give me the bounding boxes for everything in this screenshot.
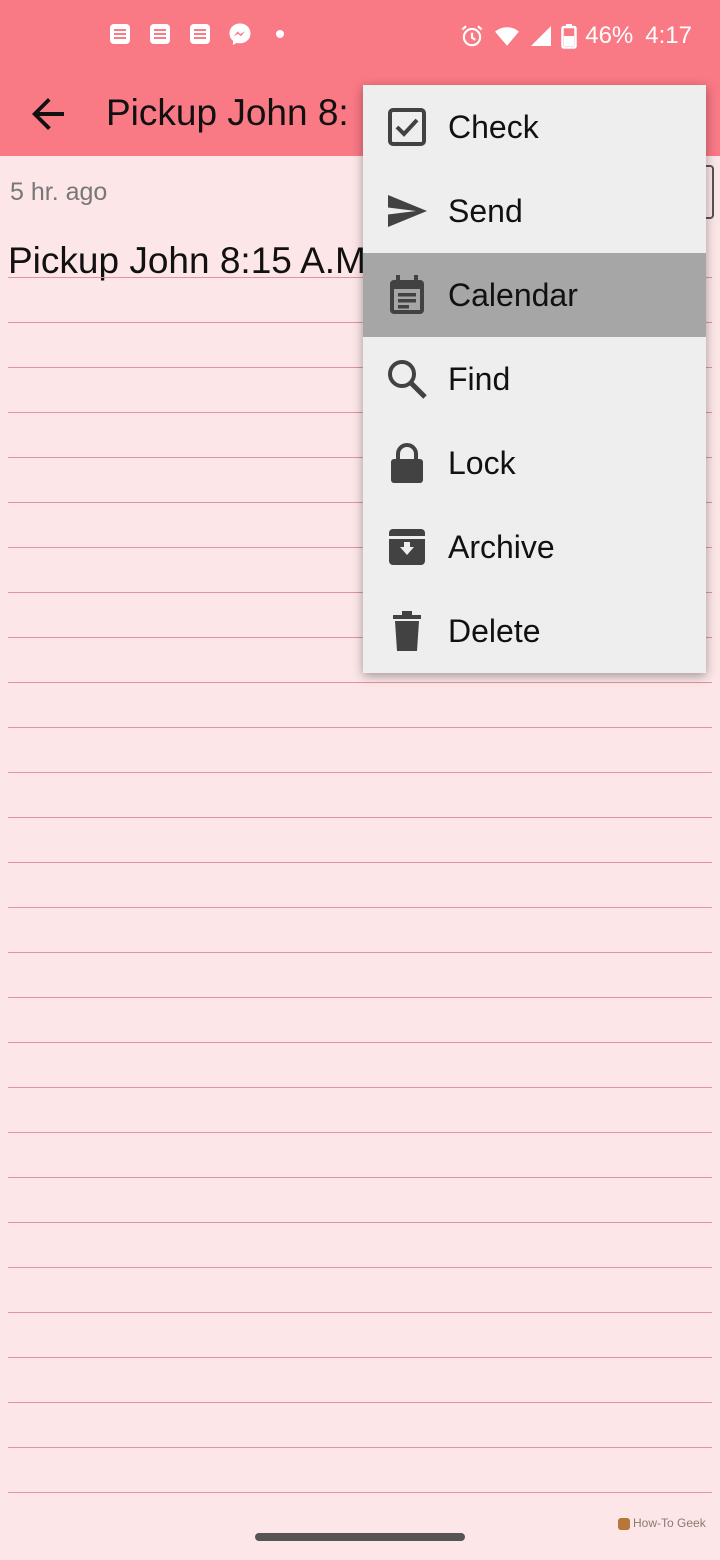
menu-item-delete[interactable]: Delete [363, 589, 706, 673]
rule-line [8, 1042, 712, 1043]
rule-line [8, 907, 712, 908]
menu-item-label: Send [448, 193, 523, 229]
rule-line [8, 1357, 712, 1358]
notification-icons [108, 22, 292, 46]
note-timestamp: 5 hr. ago [10, 178, 108, 206]
menu-item-label: Calendar [448, 277, 578, 313]
menu-item-archive[interactable]: Archive [363, 505, 706, 589]
clock: 4:17 [645, 22, 692, 49]
trash-icon [385, 609, 429, 653]
menu-item-lock[interactable]: Lock [363, 421, 706, 505]
cell-signal-icon [529, 24, 553, 48]
battery-icon [561, 23, 577, 49]
menu-item-send[interactable]: Send [363, 169, 706, 253]
battery-percent: 46% [585, 22, 634, 49]
note-icon [108, 22, 132, 46]
note-icon [148, 22, 172, 46]
messenger-icon [228, 22, 252, 46]
rule-line [8, 727, 712, 728]
rule-line [8, 1492, 712, 1493]
archive-icon [385, 525, 429, 569]
menu-item-check[interactable]: Check [363, 85, 706, 169]
rule-line [8, 1222, 712, 1223]
menu-item-find[interactable]: Find [363, 337, 706, 421]
rule-line [8, 682, 712, 683]
rule-line [8, 1177, 712, 1178]
rule-line [8, 1087, 712, 1088]
system-status: 46% 4:17 [459, 20, 692, 52]
note-text[interactable]: Pickup John 8:15 A.M [8, 240, 366, 282]
calendar-icon [385, 273, 429, 317]
lock-icon [385, 441, 429, 485]
partially-hidden-button [706, 165, 714, 219]
watermark-text: How-To Geek [633, 1516, 706, 1530]
search-icon [385, 357, 429, 401]
menu-item-label: Check [448, 109, 539, 145]
menu-item-label: Find [448, 361, 511, 397]
overflow-menu: Check Send Calendar Find Lock Archive De… [363, 85, 706, 673]
back-button[interactable] [24, 90, 72, 138]
watermark-logo-icon [618, 1517, 630, 1530]
checkbox-icon [385, 105, 429, 149]
rule-line [8, 1267, 712, 1268]
status-bar: 46% 4:17 [0, 0, 720, 72]
dot-icon [268, 22, 292, 46]
wifi-icon [493, 23, 521, 49]
menu-item-label: Lock [448, 445, 516, 481]
menu-item-label: Delete [448, 613, 541, 649]
send-icon [385, 189, 429, 233]
rule-line [8, 1402, 712, 1403]
rule-line [8, 772, 712, 773]
page-title: Pickup John 8: [106, 92, 349, 133]
rule-line [8, 817, 712, 818]
back-arrow-icon [32, 98, 64, 130]
watermark: How-To Geek [618, 1516, 706, 1530]
note-icon [188, 22, 212, 46]
rule-line [8, 997, 712, 998]
menu-item-label: Archive [448, 529, 555, 565]
rule-line [8, 1312, 712, 1313]
menu-item-calendar[interactable]: Calendar [363, 253, 706, 337]
rule-line [8, 1447, 712, 1448]
home-indicator[interactable] [255, 1533, 465, 1541]
rule-line [8, 862, 712, 863]
alarm-icon [459, 23, 485, 49]
rule-line [8, 1132, 712, 1133]
rule-line [8, 952, 712, 953]
